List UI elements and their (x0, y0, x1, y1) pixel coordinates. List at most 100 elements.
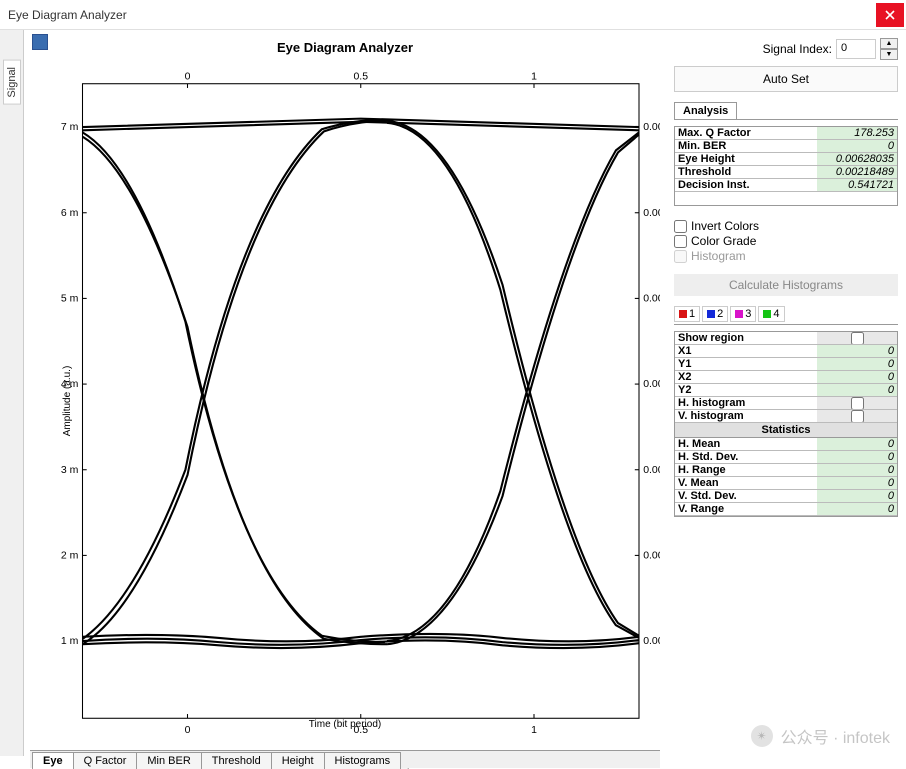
region-row: V. histogram (675, 410, 897, 423)
statistics-header: Statistics (675, 423, 897, 438)
color-swatch-icon (735, 310, 743, 318)
analysis-tabs: Analysis (674, 102, 898, 120)
region-checkbox[interactable] (851, 397, 864, 410)
color-tabs: 1 234 (674, 306, 898, 325)
region-label: X2 (675, 371, 817, 383)
histogram-check: Histogram (674, 249, 898, 263)
stats-label: V. Range (675, 503, 817, 515)
region-row: X10 (675, 345, 897, 358)
region-value[interactable]: 0 (817, 371, 897, 383)
spin-down[interactable]: ▼ (880, 49, 898, 60)
invert-colors-label: Invert Colors (691, 219, 759, 233)
region-label: Show region (675, 332, 817, 344)
region-value[interactable] (817, 397, 897, 409)
stats-label: H. Mean (675, 438, 817, 450)
color-swatch-icon (679, 310, 687, 318)
svg-text:6 m: 6 m (61, 207, 79, 219)
color-grade-label: Color Grade (691, 234, 756, 248)
wechat-icon: ✴ (751, 725, 773, 747)
color-tab-4[interactable]: 4 (758, 306, 784, 322)
svg-text:1: 1 (531, 70, 537, 82)
region-value[interactable] (817, 332, 897, 344)
color-tab-num: 2 (717, 308, 723, 320)
region-label: Y1 (675, 358, 817, 370)
plot-container[interactable]: 0 0.5 1 0 0.5 1 1 m 2 m 3 m 4 m 5 m (30, 52, 660, 750)
eye-diagram-svg: 0 0.5 1 0 0.5 1 1 m 2 m 3 m 4 m 5 m (30, 52, 660, 750)
auto-set-button[interactable]: Auto Set (674, 66, 898, 92)
analysis-label: Max. Q Factor (675, 127, 817, 139)
svg-text:0.003: 0.003 (643, 464, 660, 476)
titlebar: Eye Diagram Analyzer (0, 0, 906, 30)
svg-text:2 m: 2 m (61, 550, 79, 562)
svg-text:1 m: 1 m (61, 635, 79, 647)
analysis-row: Decision Inst.0.541721 (675, 179, 897, 192)
main-area: Signal Eye Diagram Analyzer 0 0.5 1 0 0.… (0, 30, 906, 756)
region-row: X20 (675, 371, 897, 384)
window-title: Eye Diagram Analyzer (8, 8, 127, 22)
stats-value: 0 (817, 503, 897, 515)
color-grade-check[interactable]: Color Grade (674, 234, 898, 248)
analysis-value: 0.00218489 (817, 166, 897, 178)
svg-text:3 m: 3 m (61, 464, 79, 476)
svg-text:5 m: 5 m (61, 293, 79, 305)
analysis-value: 178.253 (817, 127, 897, 139)
analysis-tab[interactable]: Analysis (674, 102, 737, 119)
spin-up[interactable]: ▲ (880, 38, 898, 49)
signal-tab[interactable]: Signal (3, 60, 21, 105)
close-button[interactable] (876, 3, 904, 27)
stats-label: H. Range (675, 464, 817, 476)
analysis-row: Max. Q Factor178.253 (675, 127, 897, 140)
histogram-label: Histogram (691, 249, 746, 263)
stats-row: V. Mean0 (675, 477, 897, 490)
color-tab-num: 1 (689, 308, 695, 320)
stats-value: 0 (817, 477, 897, 489)
region-row: Y20 (675, 384, 897, 397)
x-axis-label: Time (bit period) (309, 719, 381, 730)
tab-min-ber[interactable]: Min BER (136, 752, 201, 769)
tab-eye[interactable]: Eye (32, 752, 74, 769)
stats-label: V. Mean (675, 477, 817, 489)
tab-threshold[interactable]: Threshold (201, 752, 272, 769)
tab-q-factor[interactable]: Q Factor (73, 752, 138, 769)
region-value[interactable]: 0 (817, 358, 897, 370)
stats-row: V. Range0 (675, 503, 897, 516)
analysis-label: Threshold (675, 166, 817, 178)
region-value[interactable]: 0 (817, 345, 897, 357)
color-swatch-icon (707, 310, 715, 318)
color-tab-3[interactable]: 3 (730, 306, 756, 322)
region-label: H. histogram (675, 397, 817, 409)
region-checkbox[interactable] (851, 410, 864, 423)
region-value[interactable] (817, 410, 897, 422)
region-label: Y2 (675, 384, 817, 396)
svg-text:0.006: 0.006 (643, 207, 660, 219)
region-label: X1 (675, 345, 817, 357)
analysis-row: Min. BER0 (675, 140, 897, 153)
svg-text:1: 1 (531, 724, 537, 736)
tab-histograms[interactable]: Histograms (324, 752, 402, 769)
signal-index-value[interactable]: 0 (836, 39, 876, 59)
svg-text:0.004: 0.004 (643, 378, 660, 390)
color-swatch-icon (763, 310, 771, 318)
svg-text:0.007: 0.007 (643, 121, 660, 133)
stats-value: 0 (817, 438, 897, 450)
color-tab-2[interactable]: 2 (702, 306, 728, 322)
analysis-label: Decision Inst. (675, 179, 817, 191)
stats-value: 0 (817, 451, 897, 463)
right-panel: Signal Index: 0 ▲ ▼ Auto Set Analysis Ma… (666, 30, 906, 756)
region-value[interactable]: 0 (817, 384, 897, 396)
stats-label: H. Std. Dev. (675, 451, 817, 463)
stats-row: V. Std. Dev.0 (675, 490, 897, 503)
watermark: ✴ 公众号 · infotek (751, 724, 890, 748)
svg-text:0: 0 (185, 724, 191, 736)
watermark-text: 公众号 · infotek (781, 724, 890, 748)
color-tab-1[interactable]: 1 (674, 306, 700, 322)
stats-row: H. Std. Dev.0 (675, 451, 897, 464)
tab-height[interactable]: Height (271, 752, 325, 769)
stats-value: 0 (817, 464, 897, 476)
analysis-data: Max. Q Factor178.253Min. BER0Eye Height0… (674, 126, 898, 206)
region-row: Show region (675, 332, 897, 345)
region-checkbox[interactable] (851, 332, 864, 345)
invert-colors-check[interactable]: Invert Colors (674, 219, 898, 233)
svg-text:0: 0 (185, 70, 191, 82)
stats-row: H. Mean0 (675, 438, 897, 451)
